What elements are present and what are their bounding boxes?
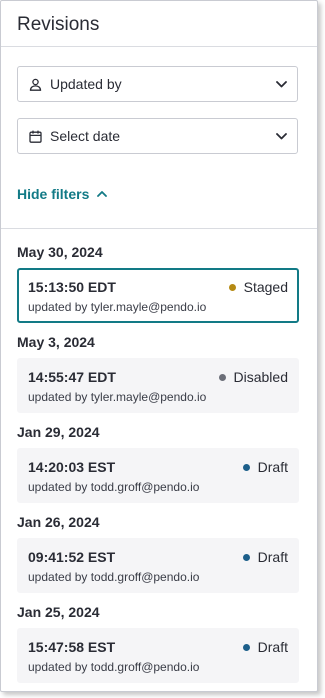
revision-date-heading: Jan 26, 2024 xyxy=(17,514,100,530)
select-date-select[interactable]: Select date xyxy=(17,118,298,154)
revision-updated-by: updated by tyler.mayle@pendo.io xyxy=(28,390,207,404)
user-icon xyxy=(28,77,42,91)
revision-list: May 30, 2024 15:13:50 EDT Staged updated by… xyxy=(17,243,299,693)
status-dot-icon xyxy=(218,373,226,381)
updated-by-label: Updated by xyxy=(50,76,122,92)
revision-card[interactable]: 14:20:03 EST Draft updated by todd.groff@p… xyxy=(17,448,299,503)
status-badge: Staged xyxy=(228,278,288,296)
revision-card[interactable]: 09:41:52 EST Draft updated by todd.groff@p… xyxy=(17,538,299,593)
revision-updated-by: updated by tyler.mayle@pendo.io xyxy=(28,300,207,314)
chevron-down-icon xyxy=(275,78,287,90)
revision-updated-by: updated by todd.groff@pendo.io xyxy=(28,570,200,584)
calendar-icon xyxy=(28,129,42,143)
select-date-label: Select date xyxy=(50,128,121,144)
revision-date-heading: Jan 29, 2024 xyxy=(17,424,100,440)
status-badge: Draft xyxy=(242,548,288,566)
revision-date-heading: Jan 25, 2024 xyxy=(17,604,100,620)
status-label: Staged xyxy=(243,279,288,295)
chevron-up-icon xyxy=(97,191,108,197)
status-label: Draft xyxy=(257,639,288,655)
status-label: Draft xyxy=(257,549,288,565)
hide-filters-label: Hide filters xyxy=(17,186,90,202)
revision-card[interactable]: 15:47:58 EST Draft updated by todd.groff@p… xyxy=(17,628,299,683)
revisions-panel: Revisions Updated by Select date Hide fi… xyxy=(0,0,318,692)
status-badge: Disabled xyxy=(218,368,288,386)
revision-updated-by: updated by todd.groff@pendo.io xyxy=(28,660,200,674)
status-label: Disabled xyxy=(233,369,288,385)
filters-divider xyxy=(1,228,317,229)
hide-filters-button[interactable]: Hide filters xyxy=(17,185,108,203)
status-badge: Draft xyxy=(242,458,288,476)
revision-card[interactable]: 15:13:50 EDT Staged updated by tyler.mayle… xyxy=(17,268,299,323)
panel-title: Revisions xyxy=(17,14,100,35)
status-dot-icon xyxy=(242,553,250,561)
status-dot-icon xyxy=(242,463,250,471)
chevron-down-icon xyxy=(275,130,287,142)
status-badge: Draft xyxy=(242,638,288,656)
status-dot-icon xyxy=(242,643,250,651)
status-label: Draft xyxy=(257,459,288,475)
updated-by-select[interactable]: Updated by xyxy=(17,66,298,102)
header-divider xyxy=(1,46,317,47)
revision-date-heading: May 3, 2024 xyxy=(17,334,95,350)
revision-card[interactable]: 14:55:47 EDT Disabled updated by tyler.may… xyxy=(17,358,299,413)
revision-date-heading: May 30, 2024 xyxy=(17,244,103,260)
status-dot-icon xyxy=(228,283,236,291)
revision-updated-by: updated by todd.groff@pendo.io xyxy=(28,480,200,494)
